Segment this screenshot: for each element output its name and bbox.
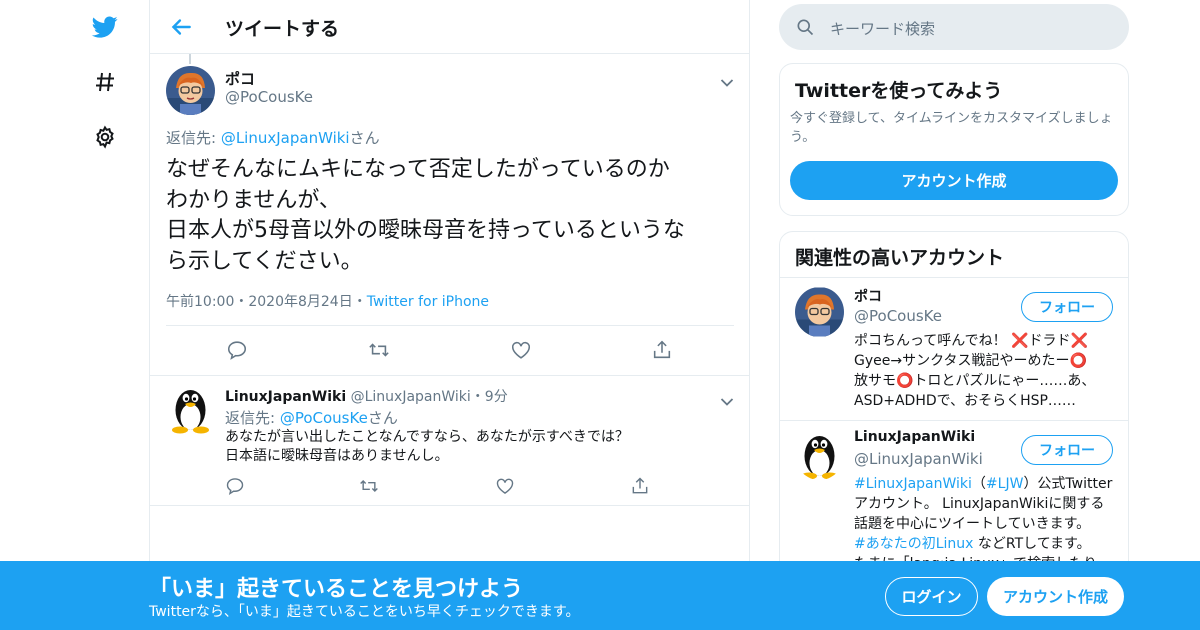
related-accounts-card: 関連性の高いアカウント ポコ @PoCousKe フォロー ポコちんって呼んでね…	[779, 231, 1129, 593]
reply-text: あなたが言い出したことなんですなら、あなたが示すべきでは？ 日本語に曖昧母音はあ…	[225, 429, 629, 464]
reply-author-name[interactable]: LinuxJapanWiki	[225, 389, 346, 405]
reply-header: LinuxJapanWiki @LinuxJapanWiki・9分	[225, 386, 508, 406]
reply-to-prefix: 返信先:	[225, 409, 280, 427]
account-handle[interactable]: @LinuxJapanWiki	[854, 450, 983, 468]
create-account-button[interactable]: アカウント作成	[790, 161, 1118, 200]
reply-to-prefix: 返信先:	[166, 129, 221, 147]
search-input[interactable]: キーワード検索	[830, 18, 935, 39]
thread-line	[189, 54, 191, 64]
avatar[interactable]	[166, 384, 215, 434]
follow-button[interactable]: フォロー	[1021, 292, 1113, 322]
share-icon[interactable]	[630, 476, 652, 498]
account-bio: #LinuxJapanWiki（#LJW）公式Twitter アカウント。 Li…	[854, 474, 1116, 574]
signup-button[interactable]: アカウント作成	[987, 577, 1124, 616]
reply-to-link[interactable]: @PoCousKe	[280, 409, 368, 427]
share-icon[interactable]	[651, 339, 673, 361]
related-account-item[interactable]: ポコ @PoCousKe フォロー ポコちんって呼んでね！ ❌ドラド❌ Gyee…	[780, 279, 1128, 419]
main-column: ツイートする ポコ @PoCousKe 返信先: @LinuxJapanWiki…	[149, 0, 750, 630]
page-title: ツイートする	[225, 18, 340, 40]
reply-to-line: 返信先: @LinuxJapanWikiさん	[166, 127, 380, 148]
twitter-logo-icon[interactable]	[90, 12, 120, 42]
account-bio: ポコちんって呼んでね！ ❌ドラド❌ Gyee→サンクタス戦記やーめたー⭕ 放サモ…	[854, 333, 1096, 409]
chevron-down-icon[interactable]	[720, 73, 734, 87]
hashtag-icon[interactable]	[90, 67, 120, 97]
reply-to-suffix: さん	[349, 129, 380, 147]
focused-tweet: ポコ @PoCousKe 返信先: @LinuxJapanWikiさん なぜそん…	[150, 54, 749, 376]
reply-to-link[interactable]: @LinuxJapanWiki	[221, 129, 350, 147]
tweet-text: なぜそんなにムキになって否定したがっているのか わかりませんが、 日本人が5母音…	[166, 157, 685, 274]
divider	[780, 277, 1128, 278]
bio-text: （	[971, 476, 986, 492]
tweet-meta: 午前10:00・2020年8月24日・Twitter for iPhone	[166, 291, 489, 311]
tweet-actions	[226, 339, 726, 363]
meta-dot: ・	[234, 294, 249, 310]
reply-time[interactable]: 9分	[485, 389, 508, 405]
signup-banner: 「いま」起きていることを見つけよう Twitterなら、「いま」起きていることを…	[0, 561, 1200, 630]
follow-button[interactable]: フォロー	[1021, 435, 1113, 465]
avatar[interactable]	[166, 66, 215, 115]
retweet-icon[interactable]	[359, 476, 381, 498]
signup-card-title: Twitterを使ってみよう	[795, 80, 1003, 102]
account-handle[interactable]: @PoCousKe	[854, 307, 942, 325]
meta-dot: ・	[470, 389, 485, 405]
account-name[interactable]: LinuxJapanWiki	[854, 429, 975, 445]
reply-to-line: 返信先: @PoCousKeさん	[225, 407, 398, 428]
avatar[interactable]	[795, 287, 844, 337]
related-accounts-title: 関連性の高いアカウント	[795, 247, 1005, 269]
hashtag-link[interactable]: #あなたの初Linux	[854, 536, 973, 552]
retweet-icon[interactable]	[368, 339, 390, 361]
left-nav	[80, 0, 130, 630]
login-button[interactable]: ログイン	[885, 577, 978, 616]
reply-icon[interactable]	[226, 339, 248, 361]
reply-author-handle[interactable]: @LinuxJapanWiki	[351, 389, 471, 405]
hashtag-link[interactable]: #LJW	[986, 476, 1024, 492]
signup-card-desc: 今すぐ登録して、タイムラインをカスタマイズしましょう。	[790, 111, 1113, 145]
gear-icon[interactable]	[90, 122, 120, 152]
like-heart-icon[interactable]	[510, 339, 532, 361]
hashtag-link[interactable]: #LinuxJapanWiki	[854, 476, 972, 492]
like-heart-icon[interactable]	[495, 476, 517, 498]
banner-subtitle: Twitterなら、「いま」起きていることをいち早くチェックできます。	[149, 604, 580, 620]
banner-title: 「いま」起きていることを見つけよう	[149, 577, 524, 602]
meta-dot: ・	[352, 294, 367, 310]
tweet-time[interactable]: 午前10:00	[166, 294, 234, 310]
reply-to-suffix: さん	[367, 409, 398, 427]
tweet-date[interactable]: 2020年8月24日	[248, 294, 352, 310]
signup-card: Twitterを使ってみよう 今すぐ登録して、タイムラインをカスタマイズしましょ…	[779, 63, 1129, 216]
divider	[780, 420, 1128, 421]
back-arrow-icon[interactable]	[168, 14, 194, 40]
tweet-author-handle[interactable]: @PoCousKe	[225, 88, 313, 106]
divider	[166, 325, 734, 326]
account-name[interactable]: ポコ	[854, 286, 882, 306]
reply-icon[interactable]	[225, 476, 247, 498]
avatar[interactable]	[795, 430, 844, 480]
chevron-down-icon[interactable]	[720, 392, 734, 406]
tweet-author-name[interactable]: ポコ	[225, 68, 255, 89]
search-box[interactable]: キーワード検索	[779, 4, 1129, 50]
reply-tweet[interactable]: LinuxJapanWiki @LinuxJapanWiki・9分 返信先: @…	[150, 376, 749, 506]
page-header: ツイートする	[150, 0, 749, 54]
reply-actions	[225, 476, 725, 500]
search-icon	[795, 17, 815, 37]
tweet-source-link[interactable]: Twitter for iPhone	[367, 294, 489, 310]
